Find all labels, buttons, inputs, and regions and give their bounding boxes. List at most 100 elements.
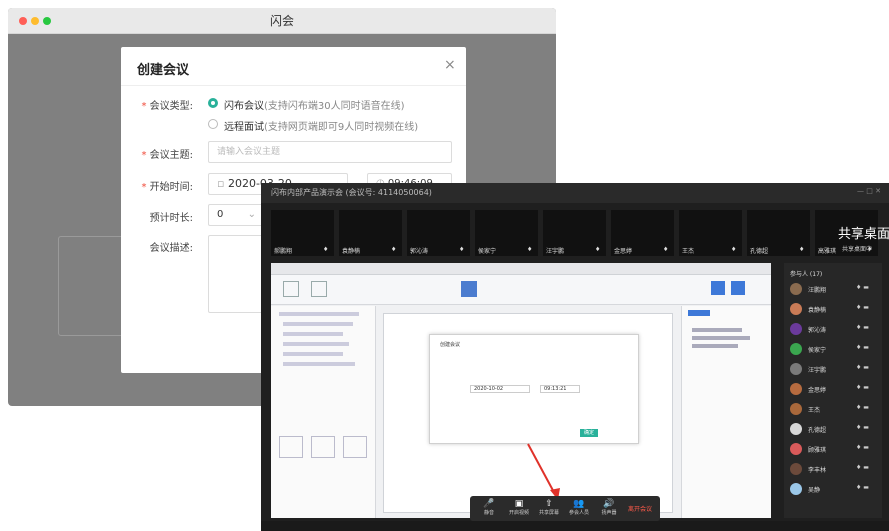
video-button[interactable]: ▣ 开启视频 <box>506 499 532 516</box>
mic-icon: ♦ <box>323 246 329 253</box>
mic-camera-icon: ♦ ▬ <box>856 444 869 451</box>
mic-icon: ♦ <box>391 246 397 253</box>
video-tile-guo[interactable]: 郭沁涛 ♦ <box>407 210 470 256</box>
avatar <box>790 463 802 475</box>
participants-title: 参与人 (17) <box>790 271 823 278</box>
participant-name: 汪鹏翔 <box>808 287 827 294</box>
option-shanbu-meeting[interactable]: 闪布会议(支持闪布端30人同时语音在线) <box>224 97 405 112</box>
meeting-type-label: * 会议类型: <box>141 101 193 112</box>
inner-time: 09:13:21 <box>540 385 580 393</box>
start-time-label: * 开始时间: <box>141 182 193 193</box>
participant-name: 吴静 <box>808 487 821 494</box>
mic-icon: ♦ <box>731 246 737 253</box>
participant-row[interactable]: 侯家宁 ♦ ▬ <box>790 343 878 357</box>
avatar <box>790 283 802 295</box>
tile-name: 孔德超 <box>750 248 769 255</box>
mic-camera-icon: ♦ ▬ <box>856 364 869 371</box>
video-tile-kong[interactable]: 孔德超 ♦ <box>747 210 810 256</box>
avatar <box>790 343 802 355</box>
duration-label: 预计时长: <box>149 213 193 224</box>
control-label: 开启视频 <box>508 510 529 516</box>
mic-camera-icon: ♦ ▬ <box>856 344 869 351</box>
video-tile-wang[interactable]: 汪宇鹏 ♦ <box>543 210 606 256</box>
share-screen-icon: ⇧ <box>545 499 553 509</box>
background-panel <box>58 236 126 336</box>
meeting-window-title: 闪布内部产品演示会 (会议号: 4114050064) <box>271 188 432 197</box>
mic-icon: ♦ <box>799 246 805 253</box>
participant-row[interactable]: 郭沁涛 ♦ ▬ <box>790 323 878 337</box>
inner-confirm-button: 确定 <box>580 429 598 437</box>
mic-icon: ♦ <box>663 246 669 253</box>
video-tile-yuan[interactable]: 袁静楠 ♦ <box>339 210 402 256</box>
title-bar: 闪会 <box>8 8 556 34</box>
speaker-button[interactable]: 🔊 扬声器 <box>596 499 622 516</box>
participant-name: 郭沁涛 <box>808 327 827 334</box>
inner-dialog-title: 创建会议 <box>440 342 461 348</box>
avatar <box>790 303 802 315</box>
topic-label: * 会议主题: <box>141 150 193 161</box>
participant-name: 汪宇鹏 <box>808 367 827 374</box>
tile-name: 王杰 <box>682 248 695 255</box>
participant-name: 孔德超 <box>808 427 827 434</box>
mic-camera-icon: ♦ ▬ <box>856 324 869 331</box>
avatar <box>790 483 802 495</box>
avatar <box>790 363 802 375</box>
mute-button[interactable]: 🎤 静音 <box>476 499 502 516</box>
participant-name: 侯家宁 <box>808 347 827 354</box>
control-label: 扬声器 <box>601 510 617 516</box>
mic-icon: ♦ <box>459 246 465 253</box>
leave-meeting-button[interactable]: 离开会议 <box>628 504 652 513</box>
tile-name: 汪宇鹏 <box>546 248 565 255</box>
participant-row[interactable]: 王杰 ♦ ▬ <box>790 403 878 417</box>
control-label: 静音 <box>483 510 494 516</box>
video-tile-hao[interactable]: 郝鹏翔 ♦ <box>271 210 334 256</box>
participant-name: 金思婷 <box>808 387 827 394</box>
calendar-icon: ▫ <box>217 177 228 190</box>
participant-row[interactable]: 顾雅琪 ♦ ▬ <box>790 443 878 457</box>
tile-name: 高雅琪 <box>818 248 837 255</box>
duration-select[interactable]: 0 ⌄ <box>208 204 263 226</box>
mic-camera-icon: ♦ ▬ <box>856 304 869 311</box>
participant-name: 王杰 <box>808 407 821 414</box>
control-label: 参会人员 <box>568 510 589 516</box>
mic-camera-icon: ♦ ▬ <box>856 484 869 491</box>
option-remote-interview[interactable]: 远程面试(支持网页端即可9人同时视频在线) <box>224 118 418 133</box>
share-screen-button[interactable]: ⇧ 共享屏幕 <box>536 499 562 516</box>
video-tile-wangjie[interactable]: 王杰 ♦ <box>679 210 742 256</box>
participants-icon: 👥 <box>573 499 585 509</box>
participant-row[interactable]: 李丰林 ♦ ▬ <box>790 463 878 477</box>
participant-row[interactable]: 吴静 ♦ ▬ <box>790 483 878 497</box>
meeting-window: 闪布内部产品演示会 (会议号: 4114050064) — □ ✕ 郝鹏翔 ♦ 袁静… <box>261 183 889 531</box>
participant-row[interactable]: 孔德超 ♦ ▬ <box>790 423 878 437</box>
participants-button[interactable]: 👥 参会人员 <box>566 499 592 516</box>
video-tile-jin[interactable]: 金思婷 ♦ <box>611 210 674 256</box>
red-arrow <box>527 443 560 500</box>
avatar <box>790 383 802 395</box>
close-icon[interactable]: × <box>444 57 456 73</box>
radio-shanbu-meeting[interactable] <box>208 98 218 108</box>
tile-name: 郝鹏翔 <box>274 248 293 255</box>
divider <box>121 85 466 86</box>
participant-row[interactable]: 袁静楠 ♦ ▬ <box>790 303 878 317</box>
participant-row[interactable]: 汪鹏翔 ♦ ▬ <box>790 283 878 297</box>
mic-camera-icon: ♦ ▬ <box>856 284 869 291</box>
participant-row[interactable]: 汪宇鹏 ♦ ▬ <box>790 363 878 377</box>
inner-date: 2020-10-02 <box>470 385 530 393</box>
dialog-title: 创建会议 <box>137 63 190 78</box>
video-icon: ▣ <box>514 499 524 509</box>
share-desktop-label: 共享桌面 <box>838 227 889 242</box>
window-controls[interactable]: — □ ✕ <box>857 187 881 195</box>
video-tile-hou[interactable]: 侯家宁 ♦ <box>475 210 538 256</box>
mute-icon: 🎤 <box>483 499 495 509</box>
inner-create-dialog: 创建会议 2020-10-02 09:13:21 确定 <box>429 334 639 444</box>
mic-icon: ♦ <box>595 246 601 253</box>
radio-remote-interview[interactable] <box>208 119 218 129</box>
control-label: 共享屏幕 <box>538 510 559 516</box>
tile-name: 袁静楠 <box>342 248 361 255</box>
participant-row[interactable]: 金思婷 ♦ ▬ <box>790 383 878 397</box>
participant-name: 顾雅琪 <box>808 447 827 454</box>
mic-camera-icon: ♦ ▬ <box>856 464 869 471</box>
share-desktop-status: 共享桌面中 <box>842 246 873 253</box>
avatar <box>790 403 802 415</box>
topic-input[interactable]: 请输入会议主题 <box>208 141 452 163</box>
